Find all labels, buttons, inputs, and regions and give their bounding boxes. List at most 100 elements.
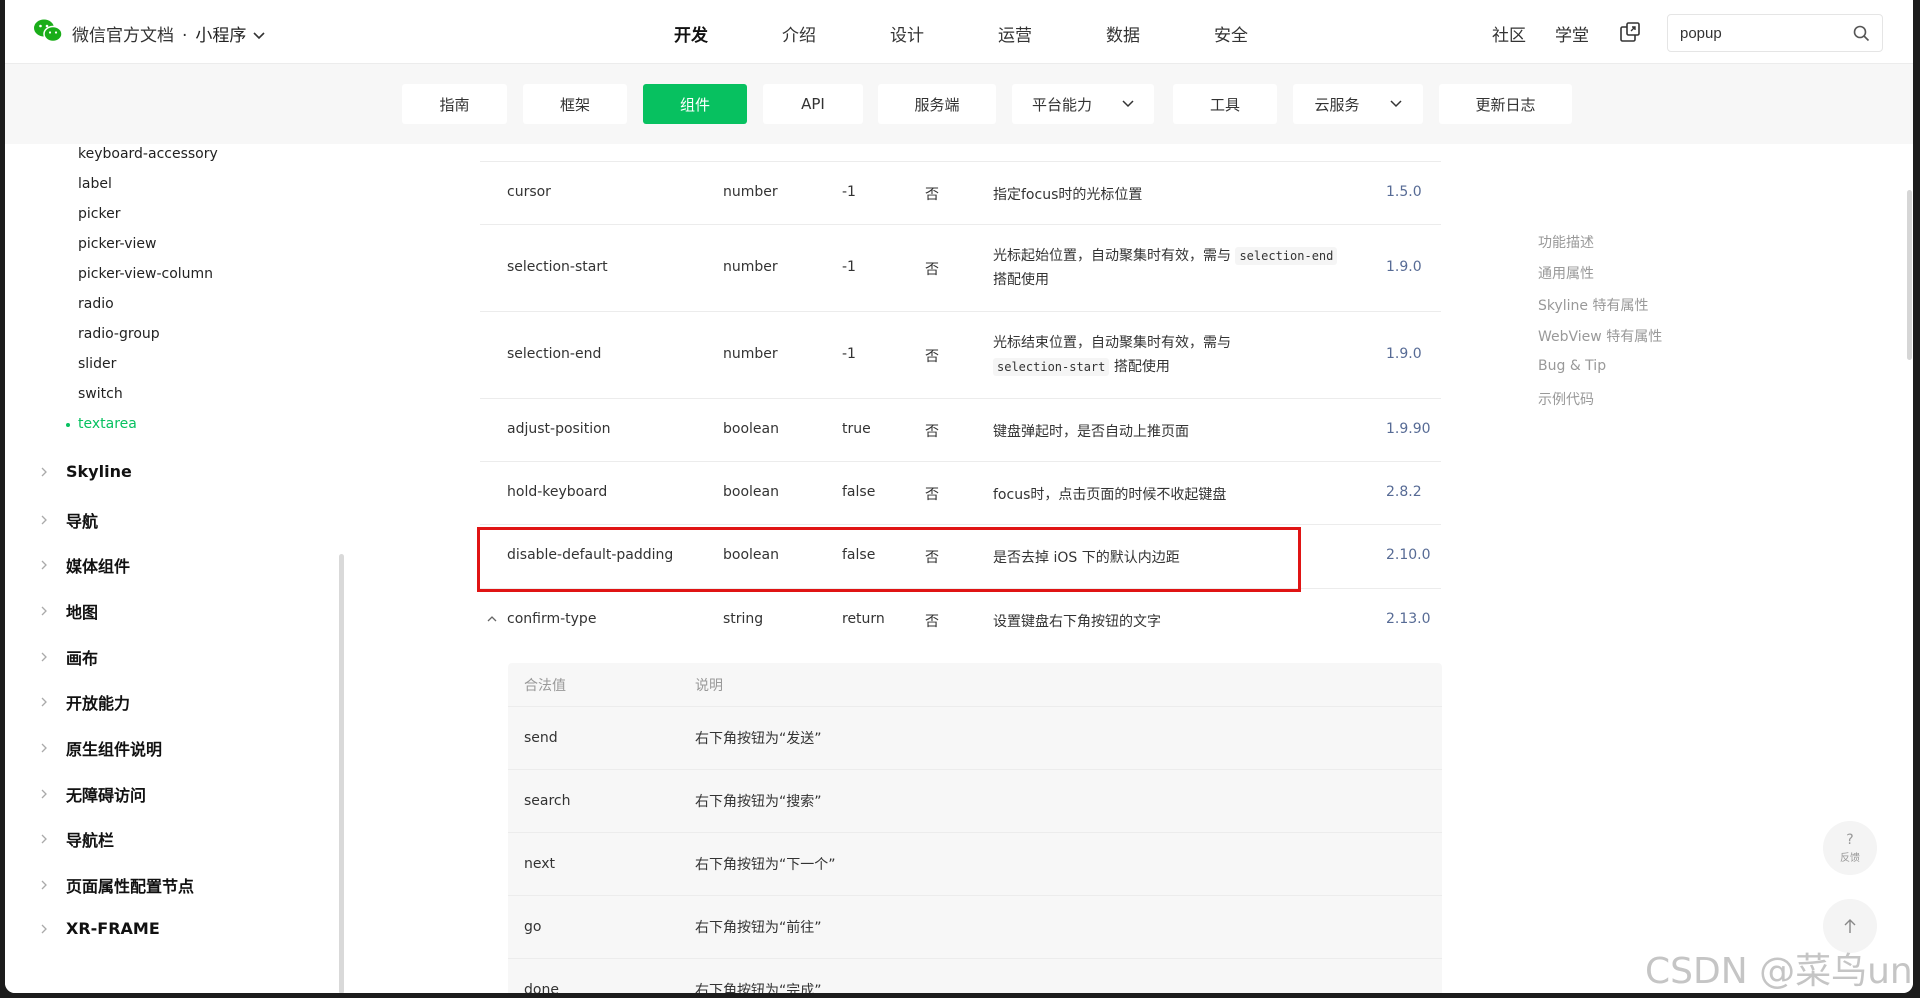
subtab-platform[interactable]: 平台能力 xyxy=(1012,84,1154,124)
search-input[interactable] xyxy=(1680,15,1840,51)
toc-item-webview-attrs[interactable]: WebView 特有属性 xyxy=(1538,326,1662,346)
brand-title[interactable]: 微信官方文档 · 小程序 xyxy=(72,21,266,46)
search-box[interactable] xyxy=(1667,14,1883,52)
subtab-api[interactable]: API xyxy=(763,84,863,124)
attr-default: -1 xyxy=(842,346,856,362)
tab-intro[interactable]: 介绍 xyxy=(782,21,816,46)
subtab-label: 平台能力 xyxy=(1031,95,1092,114)
table-row: selection-start number -1 否 光标起始位置，自动聚集时… xyxy=(480,225,1441,312)
chevron-right-icon xyxy=(41,697,47,707)
community-link[interactable]: 社区 xyxy=(1492,21,1526,46)
page-scrollbar[interactable] xyxy=(1907,190,1912,360)
sidebar-group-media[interactable]: 媒体组件 xyxy=(40,553,130,577)
toc-item-function-desc[interactable]: 功能描述 xyxy=(1538,232,1594,252)
toc-item-bug-tip[interactable]: Bug & Tip xyxy=(1538,358,1606,374)
sidebar-group-label: 画布 xyxy=(66,649,99,668)
toc-item-skyline-attrs[interactable]: Skyline 特有属性 xyxy=(1538,295,1649,315)
sidebar-group-navbar[interactable]: 导航栏 xyxy=(40,827,114,851)
subtab-tools[interactable]: 工具 xyxy=(1173,84,1277,124)
value-cell: done xyxy=(524,982,559,993)
attr-required: 否 xyxy=(925,187,939,203)
chevron-right-icon xyxy=(41,467,47,476)
table-row: go 右下角按钮为“前往” xyxy=(508,896,1442,959)
attr-version[interactable]: 1.9.0 xyxy=(1386,346,1422,362)
attr-version[interactable]: 2.10.0 xyxy=(1386,547,1431,563)
sidebar-item-radio-group[interactable]: radio-group xyxy=(78,326,160,342)
attr-version[interactable]: 2.13.0 xyxy=(1386,611,1431,627)
valid-values-table: 合法值 说明 send 右下角按钮为“发送” search 右下角按钮为“搜索”… xyxy=(508,663,1442,993)
attr-desc: 键盘弹起时，是否自动上推页面 xyxy=(993,424,1189,440)
sidebar-group-canvas[interactable]: 画布 xyxy=(40,645,98,669)
sidebar-item-label[interactable]: label xyxy=(78,176,112,192)
desc-text: 光标起始位置，自动聚集时有效，需与 xyxy=(993,248,1231,264)
tab-develop[interactable]: 开发 xyxy=(674,21,708,68)
subtab-changelog[interactable]: 更新日志 xyxy=(1439,84,1572,124)
sidebar-group-open-ability[interactable]: 开放能力 xyxy=(40,690,130,714)
attr-version[interactable]: 1.5.0 xyxy=(1386,184,1422,200)
chevron-up-icon[interactable] xyxy=(487,615,497,623)
table-row: next 右下角按钮为“下一个” xyxy=(508,833,1442,896)
feedback-button[interactable]: ? 反馈 xyxy=(1823,821,1877,875)
desc-cell: 右下角按钮为“发送” xyxy=(695,731,822,747)
chevron-down-icon xyxy=(1122,100,1134,108)
subtab-label: API xyxy=(801,95,825,113)
attr-version[interactable]: 1.9.0 xyxy=(1386,259,1422,275)
attr-version[interactable]: 2.8.2 xyxy=(1386,484,1422,500)
sidebar-item-slider[interactable]: slider xyxy=(78,356,116,372)
attr-name: hold-keyboard xyxy=(507,484,608,500)
sidebar-item-picker-view-column[interactable]: picker-view-column xyxy=(78,266,213,282)
browser-window: 微信官方文档 · 小程序 开发 介绍 设计 运营 数据 安全 社区 学堂 指南 框架… xyxy=(5,0,1913,993)
sidebar-group-accessibility[interactable]: 无障碍访问 xyxy=(40,782,146,806)
table-row: done 右下角按钮为“完成” xyxy=(508,959,1442,993)
desc-text: 光标结束位置，自动聚集时有效，需与 xyxy=(993,335,1231,351)
top-navigation: 微信官方文档 · 小程序 开发 介绍 设计 运营 数据 安全 社区 学堂 xyxy=(5,0,1913,68)
sidebar-group-map[interactable]: 地图 xyxy=(40,599,98,623)
subtab-guide[interactable]: 指南 xyxy=(402,84,507,124)
sidebar-group-native[interactable]: 原生组件说明 xyxy=(40,736,162,760)
product-selector[interactable]: 小程序 xyxy=(195,26,246,46)
sidebar-group-skyline[interactable]: Skyline xyxy=(40,462,132,481)
sidebar-item-switch[interactable]: switch xyxy=(78,386,123,402)
chevron-down-icon[interactable] xyxy=(252,31,266,41)
sidebar-group-label: 导航栏 xyxy=(66,831,115,850)
wechat-logo-icon[interactable] xyxy=(33,18,63,44)
brand-separator: · xyxy=(182,26,188,46)
sidebar-group-page-meta[interactable]: 页面属性配置节点 xyxy=(40,873,194,897)
chevron-down-icon xyxy=(1389,100,1402,108)
sidebar-item-radio[interactable]: radio xyxy=(78,296,114,312)
subtab-label: 工具 xyxy=(1209,95,1240,114)
sidebar-group-navigation[interactable]: 导航 xyxy=(40,508,98,532)
tab-operate[interactable]: 运营 xyxy=(998,21,1032,46)
tab-design[interactable]: 设计 xyxy=(890,21,924,46)
tab-data[interactable]: 数据 xyxy=(1106,21,1140,46)
attr-type: number xyxy=(723,346,778,362)
table-row: adjust-position boolean true 否 键盘弹起时，是否自… xyxy=(480,399,1441,462)
search-icon[interactable] xyxy=(1853,25,1870,42)
subtab-server[interactable]: 服务端 xyxy=(878,84,996,124)
attr-name: cursor xyxy=(507,184,551,200)
attr-type: number xyxy=(723,184,778,200)
sidebar-item-picker[interactable]: picker xyxy=(78,206,120,222)
attr-desc: 光标结束位置，自动聚集时有效，需与 selection-start 搭配使用 xyxy=(993,331,1363,379)
attr-version[interactable]: 1.9.90 xyxy=(1386,421,1431,437)
toc-item-common-attrs[interactable]: 通用属性 xyxy=(1538,263,1594,283)
subtab-framework[interactable]: 框架 xyxy=(523,84,627,124)
desc-cell: 右下角按钮为“完成” xyxy=(695,983,822,993)
subtab-cloud[interactable]: 云服务 xyxy=(1293,84,1423,124)
external-tools-icon[interactable] xyxy=(1618,20,1642,44)
sidebar-item-picker-view[interactable]: picker-view xyxy=(78,236,156,252)
attr-required: 否 xyxy=(925,424,939,440)
sidebar-item-textarea[interactable]: textarea xyxy=(66,416,137,432)
desc-code: selection-start xyxy=(993,358,1110,376)
sidebar-scrollbar[interactable] xyxy=(339,554,344,993)
academy-link[interactable]: 学堂 xyxy=(1555,21,1589,46)
sidebar-item-keyboard-accessory[interactable]: keyboard-accessory xyxy=(78,146,218,162)
attr-required: 否 xyxy=(925,262,939,278)
subtab-components[interactable]: 组件 xyxy=(643,84,747,124)
attr-required: 否 xyxy=(925,349,939,365)
toc-item-example-code[interactable]: 示例代码 xyxy=(1538,389,1594,409)
tab-security[interactable]: 安全 xyxy=(1214,21,1248,46)
attr-default: -1 xyxy=(842,259,856,275)
sidebar-group-label: 无障碍访问 xyxy=(66,786,147,805)
sidebar-group-xr-frame[interactable]: XR-FRAME xyxy=(40,919,160,938)
